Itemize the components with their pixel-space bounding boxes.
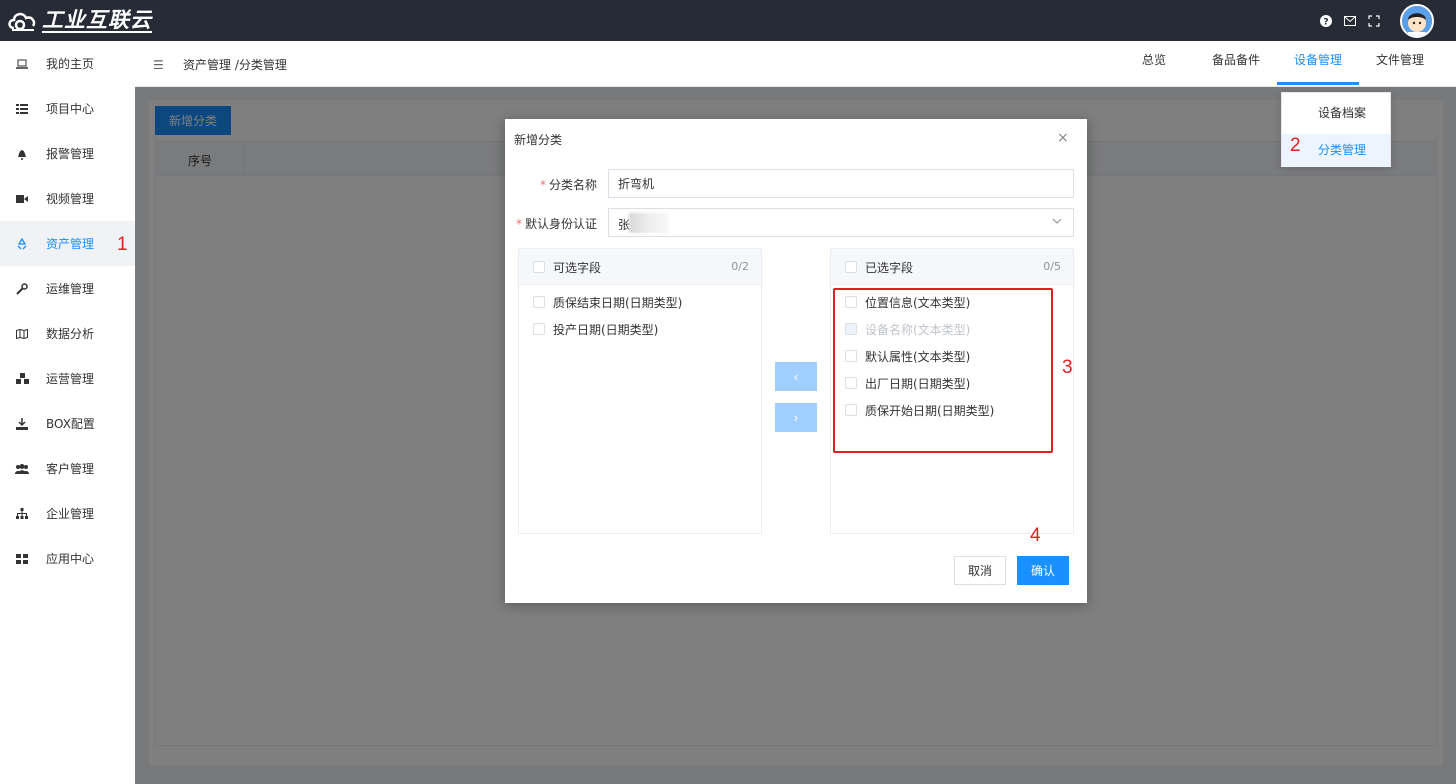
annotation-box bbox=[833, 288, 1053, 453]
available-select-all-checkbox[interactable] bbox=[533, 261, 545, 273]
category-name-label: * 分类名称 bbox=[539, 178, 597, 192]
available-fields-header: 可选字段 0/2 bbox=[519, 249, 761, 285]
category-name-input[interactable] bbox=[608, 169, 1074, 198]
sidebar-item-label: 运维管理 bbox=[46, 282, 95, 296]
breadcrumb: 资产管理 /分类管理 bbox=[183, 58, 287, 72]
sidebar-item-label: 客户管理 bbox=[46, 462, 95, 476]
svg-text:?: ? bbox=[1323, 17, 1328, 27]
mail-icon[interactable] bbox=[1338, 9, 1362, 33]
selected-fields-count: 0/5 bbox=[1043, 260, 1061, 273]
available-fields-panel: 可选字段 0/2 质保结束日期(日期类型) 投产日期(日期类型) bbox=[518, 248, 762, 534]
top-tab[interactable]: 备品备件 bbox=[1195, 41, 1277, 85]
sidebar-item[interactable]: 客户管理 bbox=[0, 446, 135, 491]
available-fields-count: 0/2 bbox=[731, 260, 749, 273]
sidebar-item-label: 项目中心 bbox=[46, 102, 95, 116]
top-tab[interactable]: 文件管理 bbox=[1359, 41, 1441, 85]
chevron-left-icon: ‹ bbox=[793, 369, 799, 384]
top-bar: 工业互联云 ? bbox=[0, 0, 1456, 41]
bell-icon bbox=[14, 146, 30, 162]
sidebar-item[interactable]: BOX配置 bbox=[0, 401, 135, 446]
sidebar-item[interactable]: 资产管理 bbox=[0, 221, 135, 266]
recycle-icon bbox=[14, 236, 30, 252]
laptop-icon bbox=[14, 56, 30, 72]
sidebar-item[interactable]: 企业管理 bbox=[0, 491, 135, 536]
header-bar: ☰ 资产管理 /分类管理 总览 备品备件 设备管理 文件管理 bbox=[135, 41, 1456, 87]
fullscreen-icon[interactable] bbox=[1362, 9, 1386, 33]
close-icon[interactable]: × bbox=[1057, 130, 1069, 146]
app-logo[interactable]: 工业互联云 bbox=[6, 6, 152, 36]
sidebar-item[interactable]: 应用中心 bbox=[0, 536, 135, 581]
default-auth-select[interactable]: 张 bbox=[608, 208, 1074, 237]
cloud-logo-icon bbox=[8, 12, 36, 31]
field-checkbox[interactable] bbox=[533, 296, 545, 308]
wrench-icon bbox=[14, 281, 30, 297]
sidebar: 我的主页项目中心报警管理视频管理资产管理运维管理数据分析运营管理 BOX配置客户管… bbox=[0, 41, 135, 784]
download-icon bbox=[14, 416, 30, 432]
logo-text: 工业互联云 bbox=[42, 8, 152, 33]
top-tab[interactable]: 总览 bbox=[1113, 41, 1195, 85]
dialog-title: 新增分类 bbox=[514, 133, 563, 147]
sidebar-item[interactable]: 运维管理 bbox=[0, 266, 135, 311]
sidebar-item-label: 企业管理 bbox=[46, 507, 95, 521]
annotation-3: 3 bbox=[1062, 357, 1073, 378]
sidebar-item[interactable]: 我的主页 bbox=[0, 41, 135, 86]
redacted-text bbox=[629, 213, 669, 233]
sidebar-item[interactable]: 视频管理 bbox=[0, 176, 135, 221]
top-tab[interactable]: 设备管理 bbox=[1277, 41, 1359, 85]
grid-icon bbox=[14, 551, 30, 567]
category-name-row: * 分类名称 bbox=[505, 169, 1087, 198]
sidebar-item-label: 报警管理 bbox=[46, 147, 95, 161]
video-icon bbox=[14, 191, 30, 207]
user-avatar[interactable] bbox=[1400, 3, 1434, 38]
sidebar-item-label: 视频管理 bbox=[46, 192, 95, 206]
top-tabs: 总览 备品备件 设备管理 文件管理 bbox=[1113, 41, 1441, 85]
cubes-icon bbox=[14, 371, 30, 387]
sidebar-item-label: 资产管理 bbox=[46, 237, 95, 251]
chevron-down-icon bbox=[1051, 215, 1063, 230]
sidebar-item-label: BOX配置 bbox=[46, 417, 95, 431]
sidebar-item-label: 应用中心 bbox=[46, 552, 95, 566]
selected-select-all-checkbox[interactable] bbox=[845, 261, 857, 273]
default-auth-label: * 默认身份认证 bbox=[515, 217, 597, 231]
annotation-4: 4 bbox=[1030, 525, 1041, 546]
selected-fields-title: 已选字段 bbox=[865, 261, 914, 275]
sidebar-item-label: 数据分析 bbox=[46, 327, 95, 341]
available-fields-list: 质保结束日期(日期类型) 投产日期(日期类型) bbox=[519, 285, 761, 343]
sidebar-item[interactable]: 项目中心 bbox=[0, 86, 135, 131]
question-icon[interactable]: ? bbox=[1314, 9, 1338, 33]
confirm-button[interactable]: 确认 bbox=[1017, 556, 1069, 585]
chevron-right-icon: › bbox=[793, 410, 799, 425]
default-auth-row: * 默认身份认证 张 bbox=[505, 208, 1087, 237]
dropdown-item[interactable]: 设备档案 bbox=[1282, 97, 1390, 130]
field-label: 投产日期(日期类型) bbox=[553, 323, 659, 337]
sitemap-icon bbox=[14, 506, 30, 522]
sidebar-item[interactable]: 运营管理 bbox=[0, 356, 135, 401]
list-icon bbox=[14, 101, 30, 117]
list-item[interactable]: 投产日期(日期类型) bbox=[519, 316, 761, 343]
top-icons: ? bbox=[1314, 0, 1456, 41]
menu-toggle-icon[interactable]: ☰ bbox=[153, 58, 164, 72]
list-item[interactable]: 质保结束日期(日期类型) bbox=[519, 289, 761, 316]
sidebar-item[interactable]: 报警管理 bbox=[0, 131, 135, 176]
cancel-button[interactable]: 取消 bbox=[954, 556, 1006, 585]
field-checkbox[interactable] bbox=[533, 323, 545, 335]
map-icon bbox=[14, 326, 30, 342]
selected-fields-header: 已选字段 0/5 bbox=[831, 249, 1073, 285]
available-fields-title: 可选字段 bbox=[553, 261, 602, 275]
users-icon bbox=[14, 461, 30, 477]
annotation-1: 1 bbox=[117, 234, 128, 255]
move-right-button[interactable]: › bbox=[775, 403, 817, 432]
move-left-button[interactable]: ‹ bbox=[775, 362, 817, 391]
sidebar-item-label: 运营管理 bbox=[46, 372, 95, 386]
annotation-2: 2 bbox=[1290, 135, 1301, 156]
sidebar-item-label: 我的主页 bbox=[46, 57, 95, 71]
field-label: 质保结束日期(日期类型) bbox=[553, 296, 683, 310]
sidebar-item[interactable]: 数据分析 bbox=[0, 311, 135, 356]
